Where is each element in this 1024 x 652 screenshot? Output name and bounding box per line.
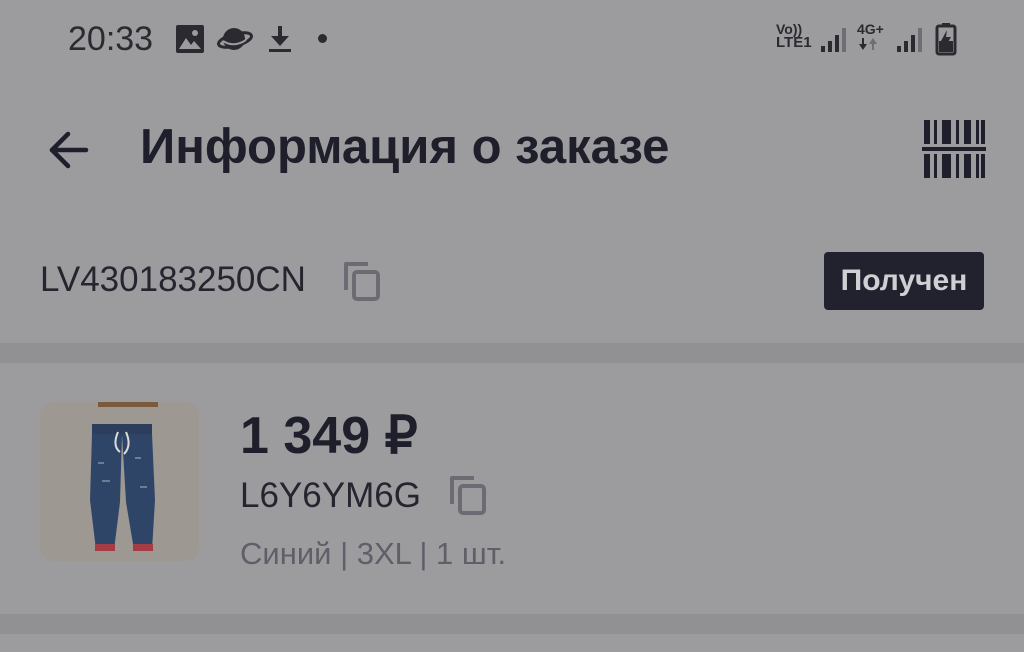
- data-arrows-icon: [859, 38, 877, 50]
- status-bar: 20:33 Vo)) LTE1 4G+: [0, 0, 1024, 80]
- volte-indicator: Vo)) LTE1: [776, 22, 812, 50]
- section-divider: [0, 343, 1024, 363]
- status-time: 20:33: [68, 20, 154, 58]
- image-icon: [175, 24, 205, 59]
- barcode-scan-button[interactable]: [920, 118, 988, 180]
- app-header: Информация о заказе: [0, 92, 1024, 204]
- lte-label: LTE1: [776, 34, 812, 51]
- arrow-left-icon: [49, 131, 89, 169]
- product-details: Синий | 3XL | 1 шт.: [240, 536, 507, 571]
- product-image[interactable]: [40, 402, 199, 561]
- battery-charging-icon: [935, 22, 957, 61]
- tracking-number: LV430183250CN: [40, 260, 306, 299]
- copy-icon: [344, 262, 380, 301]
- section-divider: [0, 614, 1024, 634]
- signal-icon: [820, 26, 848, 59]
- copy-tracking-button[interactable]: [342, 260, 382, 307]
- product-sku: L6Y6YM6G: [240, 476, 421, 515]
- planet-icon: [217, 24, 253, 59]
- product-price: 1 349 ₽: [240, 407, 418, 465]
- network-label: 4G+: [857, 21, 884, 37]
- product-item[interactable]: 1 349 ₽ L6Y6YM6G Синий | 3XL | 1 шт.: [0, 364, 1024, 614]
- download-icon: [266, 24, 294, 59]
- copy-sku-button[interactable]: [448, 474, 488, 521]
- back-button[interactable]: [40, 122, 96, 178]
- tracking-row: LV430183250CN Получен: [0, 240, 1024, 324]
- status-badge: Получен: [824, 252, 984, 310]
- jeans-product-photo: [40, 402, 199, 561]
- signal-icon: [896, 26, 924, 59]
- barcode-scan-icon: [922, 120, 986, 178]
- copy-icon: [450, 476, 486, 515]
- page-title: Информация о заказе: [140, 120, 670, 174]
- dot-icon: [318, 34, 327, 43]
- network-indicator: 4G+: [857, 22, 885, 57]
